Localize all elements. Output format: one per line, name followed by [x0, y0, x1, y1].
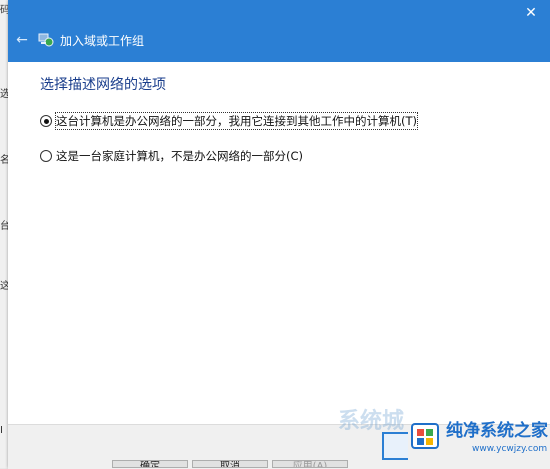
- watermark-brand: 纯净系统之家: [446, 421, 548, 441]
- option-label[interactable]: 这台计算机是办公网络的一部分，我用它连接到其他工作中的计算机(T): [55, 112, 418, 130]
- option-office-network[interactable]: 这台计算机是办公网络的一部分，我用它连接到其他工作中的计算机(T): [40, 112, 418, 130]
- apply-button[interactable]: 应用(A): [272, 460, 348, 468]
- watermark-logo-icon: [411, 423, 439, 449]
- page-heading: 选择描述网络的选项: [40, 77, 166, 93]
- ok-button[interactable]: 确定: [112, 460, 188, 468]
- radio-button[interactable]: [40, 150, 52, 162]
- close-icon: ✕: [525, 5, 537, 21]
- option-home-computer[interactable]: 这是一台家庭计算机，不是办公网络的一部分(C): [40, 148, 303, 164]
- close-button[interactable]: ✕: [522, 4, 540, 22]
- network-computers-icon: [38, 33, 54, 47]
- cancel-button[interactable]: 取消: [192, 460, 268, 468]
- watermark: 纯净系统之家 www.ycwjzy.com: [410, 418, 550, 468]
- back-arrow-icon: ←: [16, 32, 28, 48]
- option-label[interactable]: 这是一台家庭计算机，不是办公网络的一部分(C): [56, 148, 303, 164]
- join-domain-wizard: ✕ ← 加入域或工作组 选择描述网络的选项 这台计算机是办公网络的一部分，我用它…: [8, 0, 550, 469]
- window-title: 加入域或工作组: [60, 34, 145, 48]
- radio-button-selected[interactable]: [40, 115, 52, 127]
- watermark-url: www.ycwjzy.com: [472, 444, 548, 454]
- background-text-fragment: I: [0, 425, 3, 436]
- back-button[interactable]: ←: [12, 30, 32, 50]
- watermark-ghost-text: 系统城: [338, 409, 405, 434]
- next-button[interactable]: [382, 432, 408, 460]
- title-bar: ✕ ← 加入域或工作组: [8, 0, 550, 62]
